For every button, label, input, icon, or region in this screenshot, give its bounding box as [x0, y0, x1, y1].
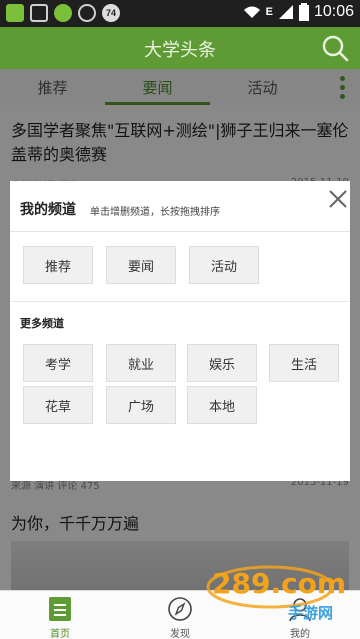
- search-icon[interactable]: [321, 34, 349, 62]
- dialog-hint: 单击增删频道，长按拖拽排序: [90, 207, 220, 218]
- battery-icon: [298, 3, 309, 21]
- more-channel-chip[interactable]: 娱乐: [187, 344, 257, 382]
- more-channel-chip[interactable]: 生活: [269, 344, 339, 382]
- more-channel-chip[interactable]: 本地: [187, 386, 257, 424]
- more-channel-chip[interactable]: 广场: [106, 386, 176, 424]
- status-bar: 74 E 10:06: [0, 0, 360, 27]
- compass-icon: [168, 597, 192, 621]
- close-icon[interactable]: [326, 187, 350, 211]
- status-indicators: E 10:06: [243, 3, 354, 21]
- nav-home[interactable]: 首页: [20, 591, 100, 639]
- image-notification-icon: [30, 4, 48, 22]
- dialog-header: 我的频道 单击增删频道，长按拖拽排序: [10, 181, 350, 232]
- watermark-brand: 289.com: [212, 567, 346, 600]
- network-type: E: [265, 6, 273, 18]
- wifi-icon: [243, 6, 260, 18]
- divider: [10, 301, 350, 302]
- my-channel-chip[interactable]: 活动: [189, 246, 259, 284]
- app-title: 大学头条: [144, 40, 216, 61]
- more-channel-chip[interactable]: 考学: [23, 344, 93, 382]
- contact-notification-icon: [78, 4, 96, 22]
- home-icon: [49, 597, 71, 621]
- dialog-title: 我的频道: [20, 202, 76, 218]
- more-channel-chip[interactable]: 花草: [23, 386, 93, 424]
- more-channel-chip[interactable]: 就业: [106, 344, 176, 382]
- more-channels-title: 更多频道: [20, 317, 64, 330]
- app-header: 大学头条: [0, 27, 360, 69]
- my-channel-chip[interactable]: 推荐: [23, 246, 93, 284]
- signal-icon: [278, 5, 293, 19]
- channel-dialog: 我的频道 单击增删频道，长按拖拽排序 推荐 要闻 活动 更多频道 考学 就业 娱…: [10, 181, 350, 481]
- status-notifications: 74: [6, 4, 120, 22]
- nav-label: 首页: [50, 629, 70, 639]
- watermark-sub: 手游网: [288, 604, 333, 622]
- badge-notification-icon: 74: [102, 4, 120, 22]
- wechat-notification-icon: [54, 4, 72, 22]
- app-notification-icon: [6, 4, 24, 22]
- clock: 10:06: [313, 3, 354, 20]
- nav-label: 发现: [170, 629, 190, 639]
- my-channel-chip[interactable]: 要闻: [106, 246, 176, 284]
- nav-label: 我的: [290, 629, 310, 639]
- watermark-logo: 289.com 手游网: [206, 565, 346, 622]
